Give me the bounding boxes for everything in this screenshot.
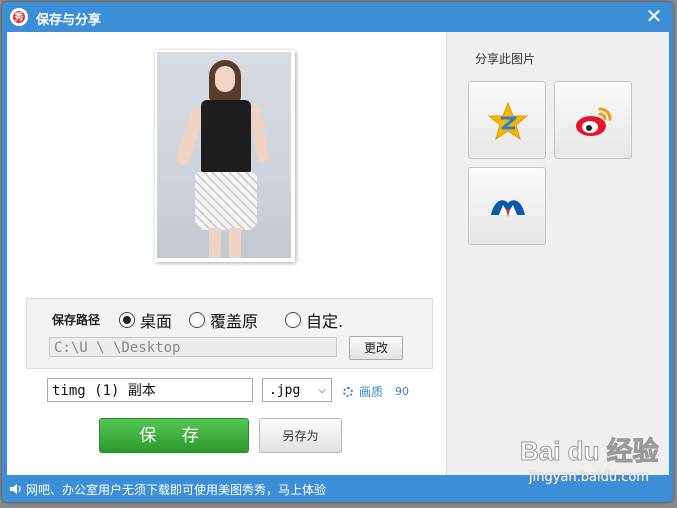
- radio-unselected-icon: [189, 312, 205, 328]
- save-share-dialog: 秀 保存与分享 ✕ 保存路径 桌面 覆盖原 自定. C:\U \ \Deskto…: [2, 2, 673, 502]
- save-path-field[interactable]: C:\U \ \Desktop: [49, 337, 337, 357]
- gear-icon: [343, 386, 353, 397]
- renren-icon: [491, 200, 525, 217]
- weibo-icon: [576, 107, 612, 136]
- save-path-group: 保存路径 桌面 覆盖原 自定. C:\U \ \Desktop 更改: [26, 298, 433, 369]
- chevron-down-icon: ⌵: [318, 385, 326, 396]
- save-as-button[interactable]: 另存为: [259, 418, 342, 453]
- watermark-url: jingyan.baidu.com: [529, 470, 649, 485]
- share-title: 分享此图片: [475, 52, 536, 66]
- radio-desktop[interactable]: 桌面: [119, 308, 172, 332]
- share-qzone-button[interactable]: [468, 81, 546, 159]
- quality-setting-link[interactable]: 画质 90: [343, 383, 409, 400]
- quality-value: 90: [395, 385, 410, 398]
- qzone-icon: [488, 101, 528, 141]
- svg-text:Bai du 经验: Bai du 经验: [520, 436, 659, 466]
- radio-unselected-icon: [285, 312, 301, 328]
- file-name-field[interactable]: timg (1) 副本: [47, 378, 253, 402]
- radio-selected-icon: [119, 312, 135, 328]
- radio-overwrite[interactable]: 覆盖原: [189, 308, 258, 332]
- app-logo-icon: 秀: [10, 8, 28, 26]
- extension-dropdown[interactable]: .jpg ⌵: [262, 378, 332, 402]
- title-bar: 秀 保存与分享 ✕: [2, 2, 673, 32]
- speaker-icon: [10, 484, 21, 494]
- share-renren-button[interactable]: [468, 167, 546, 245]
- radio-custom[interactable]: 自定.: [285, 308, 343, 332]
- save-panel: 保存路径 桌面 覆盖原 自定. C:\U \ \Desktop 更改 timg …: [7, 32, 446, 475]
- close-button[interactable]: ✕: [643, 5, 665, 27]
- save-button[interactable]: 保 存: [99, 418, 249, 453]
- change-path-button[interactable]: 更改: [349, 336, 403, 360]
- share-weibo-button[interactable]: [554, 81, 632, 159]
- share-panel: 分享此图片: [446, 32, 669, 475]
- window-title: 保存与分享: [36, 13, 102, 28]
- image-preview: [155, 50, 295, 262]
- baidu-jingyan-watermark: Bai du 经验 jingyan.baidu.com: [520, 430, 670, 495]
- baidu-paw-logo: Bai du 经验: [520, 436, 660, 467]
- save-path-label: 保存路径: [52, 313, 101, 327]
- preview-photo: [157, 52, 291, 258]
- status-promo-text[interactable]: 网吧、办公室用户无须下载即可使用美图秀秀，马上体验: [26, 481, 326, 498]
